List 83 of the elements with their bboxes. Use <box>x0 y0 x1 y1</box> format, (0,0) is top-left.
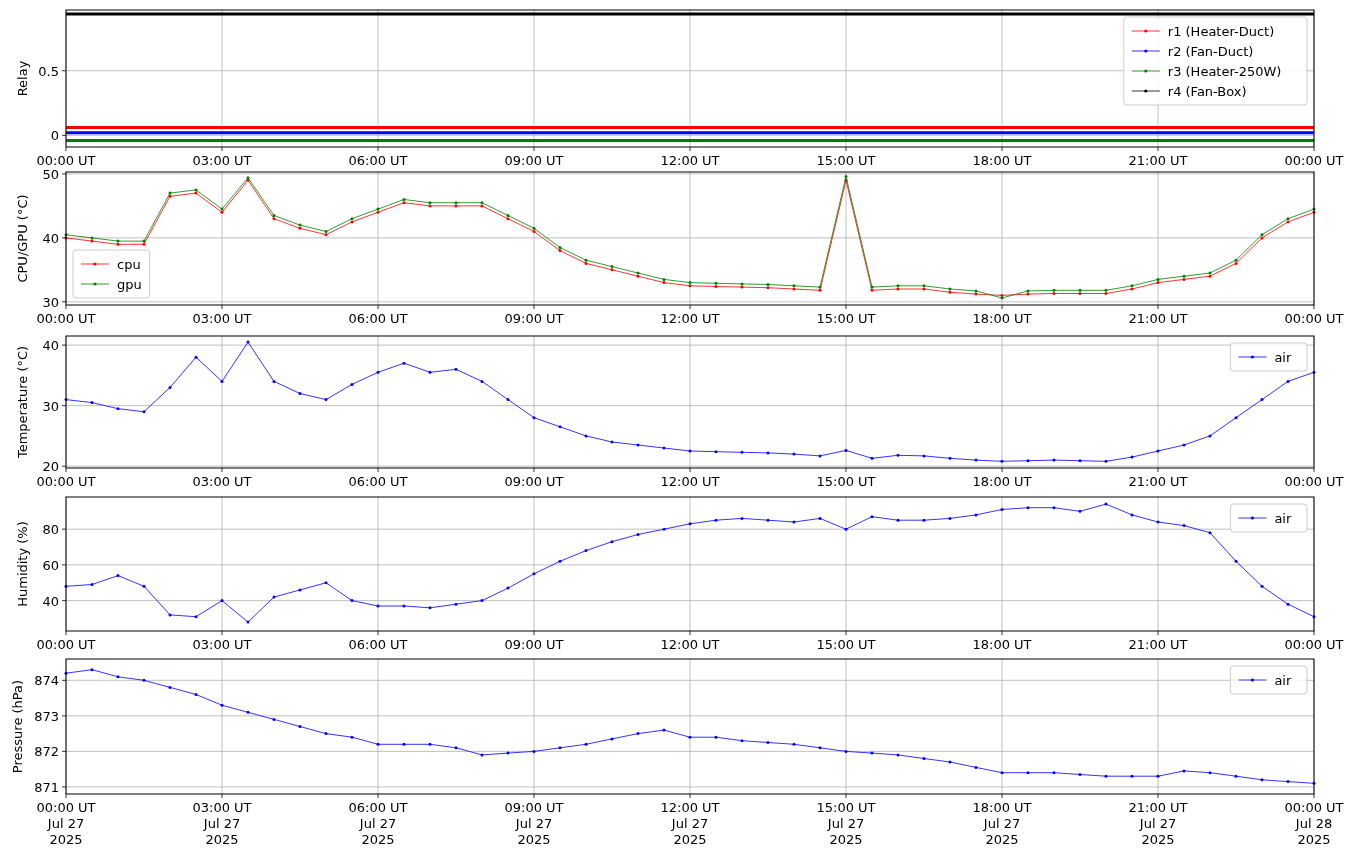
x-tick-label: 06:00 UT <box>348 153 408 168</box>
x-tick-label: 18:00 UT <box>972 474 1032 489</box>
x-tick-label: 15:00 UT Jul 27 2025 <box>816 800 876 847</box>
x-tick-label: 12:00 UT <box>660 153 720 168</box>
y-axis-title: Temperature (°C) <box>15 345 30 459</box>
x-tick-label: 03:00 UT <box>192 474 252 489</box>
legend-line-icon <box>80 282 110 286</box>
x-tick-label: 00:00 UT <box>36 311 96 326</box>
legend-line-icon <box>1238 516 1267 520</box>
legend-label: cpu <box>117 257 141 272</box>
legend-label: r3 (Heater-250W) <box>1167 64 1282 79</box>
y-tick-label: 40 <box>42 338 59 354</box>
legend-line-icon <box>1238 355 1267 359</box>
y-axis-title: Relay <box>15 60 30 97</box>
x-tick-label: 00:00 UT <box>36 637 96 652</box>
y-tick-label: 40 <box>42 593 59 609</box>
legend-line-icon <box>1131 49 1161 53</box>
legend-label: air <box>1274 511 1292 526</box>
x-tick-label: 15:00 UT <box>816 311 876 326</box>
x-tick-label: 00:00 UT <box>1284 153 1344 168</box>
y-tick-label: 873 <box>34 708 59 724</box>
legend-line-icon <box>1131 69 1161 73</box>
y-tick-label: 40 <box>42 230 59 246</box>
x-tick-label: 15:00 UT <box>816 637 876 652</box>
x-tick-label: 09:00 UT <box>504 153 564 168</box>
legend-line-icon <box>1238 678 1267 682</box>
x-tick-label: 18:00 UT <box>972 153 1032 168</box>
x-tick-label: 03:00 UT <box>192 637 252 652</box>
x-tick-label: 06:00 UT <box>348 311 408 326</box>
legend-label: air <box>1274 673 1292 688</box>
y-tick-label: 0.5 <box>38 63 59 79</box>
x-tick-label: 03:00 UT <box>192 311 252 326</box>
x-tick-label: 06:00 UT <box>348 474 408 489</box>
y-tick-label: 871 <box>34 779 59 795</box>
legend-label: r4 (Fan-Box) <box>1167 84 1247 99</box>
x-tick-label: 18:00 UT <box>972 637 1032 652</box>
y-tick-label: 20 <box>42 459 59 475</box>
x-tick-label: 03:00 UT Jul 27 2025 <box>192 800 252 847</box>
x-tick-label: 00:00 UT Jul 27 2025 <box>36 800 96 847</box>
legend-line-icon <box>80 262 110 266</box>
x-tick-label: 00:00 UT <box>1284 311 1344 326</box>
x-tick-label: 06:00 UT Jul 27 2025 <box>348 800 408 847</box>
legend-label: r1 (Heater-Duct) <box>1167 24 1275 39</box>
x-tick-label: 00:00 UT <box>1284 637 1344 652</box>
legend-line-icon <box>1131 89 1161 93</box>
x-tick-label: 18:00 UT Jul 27 2025 <box>972 800 1032 847</box>
x-tick-label: 12:00 UT Jul 27 2025 <box>660 800 720 847</box>
y-tick-label: 0 <box>50 128 59 144</box>
y-tick-label: 60 <box>42 557 59 573</box>
x-tick-label: 21:00 UT <box>1128 153 1188 168</box>
x-tick-label: 12:00 UT <box>660 474 720 489</box>
x-tick-label: 15:00 UT <box>816 474 876 489</box>
y-tick-label: 30 <box>42 398 59 414</box>
x-tick-label: 03:00 UT <box>192 153 252 168</box>
x-tick-label: 21:00 UT Jul 27 2025 <box>1128 800 1188 847</box>
x-tick-label: 09:00 UT Jul 27 2025 <box>504 800 564 847</box>
y-axis-title: Pressure (hPa) <box>10 679 25 774</box>
x-tick-label: 00:00 UT <box>36 153 96 168</box>
x-tick-label: 21:00 UT <box>1128 474 1188 489</box>
y-axis-title: CPU/GPU (°C) <box>15 194 30 283</box>
x-tick-label: 18:00 UT <box>972 311 1032 326</box>
y-tick-label: 80 <box>42 522 59 538</box>
x-tick-label: 06:00 UT <box>348 637 408 652</box>
x-tick-label: 09:00 UT <box>504 474 564 489</box>
legend-label: r2 (Fan-Duct) <box>1167 44 1254 59</box>
legend-line-icon <box>1131 29 1161 33</box>
x-tick-label: 15:00 UT <box>816 153 876 168</box>
x-tick-label: 12:00 UT <box>660 311 720 326</box>
x-tick-label: 09:00 UT <box>504 311 564 326</box>
y-axis-title: Humidity (%) <box>15 521 30 607</box>
x-tick-label: 00:00 UT Jul 28 2025 <box>1284 800 1344 847</box>
legend-label: gpu <box>117 277 142 292</box>
x-tick-label: 21:00 UT <box>1128 311 1188 326</box>
y-tick-label: 874 <box>34 673 59 689</box>
x-tick-label: 12:00 UT <box>660 637 720 652</box>
y-tick-label: 30 <box>42 294 59 310</box>
x-tick-label: 09:00 UT <box>504 637 564 652</box>
x-tick-label: 00:00 UT <box>36 474 96 489</box>
y-tick-label: 50 <box>42 168 59 182</box>
legend-label: air <box>1274 350 1292 365</box>
x-tick-label: 00:00 UT <box>1284 474 1344 489</box>
y-tick-label: 872 <box>34 744 59 760</box>
x-tick-label: 21:00 UT <box>1128 637 1188 652</box>
